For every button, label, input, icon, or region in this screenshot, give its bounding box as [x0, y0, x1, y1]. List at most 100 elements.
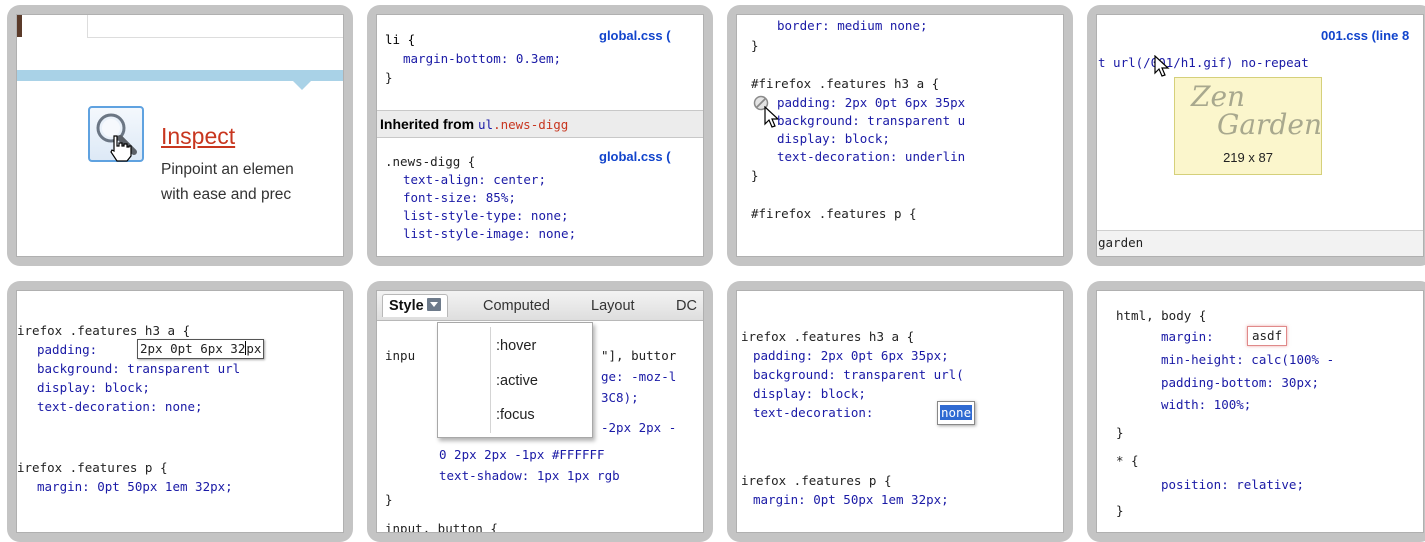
- rule-property[interactable]: min-height: calc(100% -: [1161, 351, 1334, 369]
- rule-property[interactable]: margin-bottom: 0.3em;: [403, 50, 561, 68]
- rule-selector[interactable]: #firefox .features h3 a {: [751, 75, 939, 93]
- tile-inspect: Inspect Pinpoint an elemen with ease and…: [7, 5, 353, 266]
- rule-close: }: [751, 38, 759, 53]
- code-line: -2px 2px -: [601, 420, 677, 435]
- editor-text-after: px: [246, 341, 262, 356]
- style-rules-panel: irefox .features h3 a { padding: 2px 0pt…: [736, 290, 1064, 533]
- pseudo-class-dropdown-icon[interactable]: [426, 298, 441, 311]
- tab-layout[interactable]: Layout: [591, 298, 635, 314]
- inspect-description: Pinpoint an elemen with ease and prec: [161, 157, 294, 207]
- rule-property[interactable]: t url(/001/h1.gif) no-repeat: [1098, 54, 1309, 72]
- rule-property[interactable]: padding: 2px 0pt 6px 35px: [777, 94, 965, 112]
- garden-text: Garden: [1217, 108, 1322, 141]
- code-line: "], buttor: [601, 348, 677, 363]
- rule-property[interactable]: text-decoration: underlin: [777, 148, 965, 166]
- image-tooltip: Zen Garden 219 x 87: [1174, 77, 1322, 175]
- rule-property-name[interactable]: text-decoration:: [753, 404, 873, 422]
- menu-item-hover[interactable]: :hover: [496, 338, 536, 354]
- rule-selector[interactable]: html, body {: [1116, 307, 1206, 325]
- code-line: }: [385, 492, 393, 507]
- inspect-title[interactable]: Inspect: [161, 123, 235, 150]
- rule-property[interactable]: display: block;: [777, 130, 890, 148]
- inspect-desc-line-1: Pinpoint an elemen: [161, 161, 294, 178]
- source-link[interactable]: 001.css (line 8: [1321, 28, 1409, 43]
- menu-item-focus[interactable]: :focus: [496, 407, 535, 423]
- tab-style-label: Style: [389, 298, 424, 314]
- inspect-desc-line-2: with ease and prec: [161, 186, 292, 203]
- rule-property[interactable]: background: transparent url: [37, 360, 240, 378]
- rule-property[interactable]: width: 100%;: [1161, 396, 1251, 414]
- tile-invalid-value: html, body { margin: asdf min-height: ca…: [1087, 281, 1425, 542]
- image-dimensions: 219 x 87: [1223, 150, 1273, 165]
- style-rules-panel: irefox .features h3 a { padding: 2px 0pt…: [16, 290, 344, 533]
- rule-property[interactable]: padding: 2px 0pt 6px 35px;: [753, 347, 949, 365]
- rule-close: }: [1116, 503, 1124, 518]
- rule-property[interactable]: text-align: center;: [403, 171, 546, 189]
- image-preview-panel: 001.css (line 8 t url(/001/h1.gif) no-re…: [1096, 14, 1424, 257]
- rule-property[interactable]: border: medium none;: [777, 17, 928, 35]
- menu-item-active[interactable]: :active: [496, 373, 538, 389]
- rule-property[interactable]: background: transparent url(: [753, 366, 964, 384]
- tile-disable-property: border: medium none; } #firefox .feature…: [727, 5, 1073, 266]
- page-header-area: [87, 15, 343, 38]
- rule-close: }: [385, 70, 393, 85]
- rule-close: }: [751, 168, 759, 183]
- source-link[interactable]: global.css (: [599, 28, 671, 43]
- code-line: input, button {: [385, 521, 498, 533]
- menu-separator: [490, 327, 491, 433]
- rule-selector[interactable]: #firefox .features p {: [751, 205, 917, 223]
- rule-property[interactable]: position: relative;: [1161, 476, 1304, 494]
- rule-property[interactable]: text-decoration: none;: [37, 398, 203, 416]
- rule-close: }: [1116, 425, 1124, 440]
- tile-edit-value: irefox .features h3 a { padding: 2px 0pt…: [7, 281, 353, 542]
- rule-property[interactable]: background: transparent u: [777, 112, 965, 130]
- inspect-panel: Inspect Pinpoint an elemen with ease and…: [16, 14, 344, 257]
- breadcrumb-item[interactable]: garden: [1098, 234, 1143, 252]
- tile-inherited-styles: li { margin-bottom: 0.3em; } global.css …: [367, 5, 713, 266]
- page-edge: [17, 15, 22, 37]
- rule-selector[interactable]: li {: [385, 32, 415, 47]
- rule-property[interactable]: padding-bottom: 30px;: [1161, 374, 1319, 392]
- code-line: ge: -moz-l: [601, 369, 677, 384]
- style-rules-panel: border: medium none; } #firefox .feature…: [736, 14, 1064, 257]
- source-link[interactable]: global.css (: [599, 149, 671, 164]
- inspect-button[interactable]: [88, 106, 144, 162]
- code-line: text-shadow: 1px 1px rgb: [439, 468, 620, 483]
- rule-property[interactable]: list-style-image: none;: [403, 225, 576, 243]
- selected-value: none: [940, 405, 973, 420]
- code-line: inpu: [385, 348, 416, 363]
- rule-property[interactable]: display: block;: [753, 385, 866, 403]
- tab-style[interactable]: Style: [382, 294, 448, 317]
- rule-property[interactable]: list-style-type: none;: [403, 207, 569, 225]
- code-line: 0 2px 2px -1px #FFFFFF: [439, 447, 605, 462]
- blue-banner: [17, 70, 343, 81]
- tab-computed[interactable]: Computed: [483, 298, 550, 314]
- rule-property[interactable]: font-size: 85%;: [403, 189, 516, 207]
- rule-property[interactable]: margin: 0pt 50px 1em 32px;: [37, 478, 233, 496]
- inherited-tag[interactable]: ul: [478, 117, 493, 132]
- arrow-cursor-icon: [1154, 55, 1170, 77]
- rule-selector[interactable]: irefox .features p {: [741, 472, 892, 490]
- rule-property[interactable]: margin: 0pt 50px 1em 32px;: [753, 491, 949, 509]
- rule-selector[interactable]: irefox .features p {: [17, 459, 168, 477]
- tab-dom[interactable]: DC: [676, 298, 697, 314]
- style-rules-panel: html, body { margin: asdf min-height: ca…: [1096, 290, 1424, 533]
- rule-property[interactable]: display: block;: [37, 379, 150, 397]
- hand-cursor-icon: [110, 135, 132, 162]
- style-rules-panel: li { margin-bottom: 0.3em; } global.css …: [376, 14, 704, 257]
- breadcrumb-bar: garden: [1097, 230, 1423, 256]
- rule-property-name[interactable]: padding:: [37, 341, 97, 359]
- property-value-editor[interactable]: 2px 0pt 6px 32px: [137, 339, 265, 359]
- editor-text-before: 2px 0pt 6px 32: [140, 341, 246, 356]
- pseudo-class-menu: :hover :active :focus: [437, 322, 593, 438]
- inherited-class[interactable]: .news-digg: [493, 117, 568, 132]
- invalid-value-editor[interactable]: asdf: [1247, 326, 1288, 346]
- rule-selector[interactable]: irefox .features h3 a {: [17, 322, 190, 340]
- rule-property-name[interactable]: margin:: [1161, 328, 1214, 346]
- rule-selector[interactable]: irefox .features h3 a {: [741, 328, 914, 346]
- property-value-editor[interactable]: none: [937, 401, 976, 425]
- rule-selector[interactable]: .news-digg {: [385, 153, 475, 171]
- tile-pseudo-class-menu: Style Computed Layout DC inpu "], buttor…: [367, 281, 713, 542]
- inherited-label: Inherited from: [380, 116, 479, 132]
- rule-selector[interactable]: * {: [1116, 452, 1139, 470]
